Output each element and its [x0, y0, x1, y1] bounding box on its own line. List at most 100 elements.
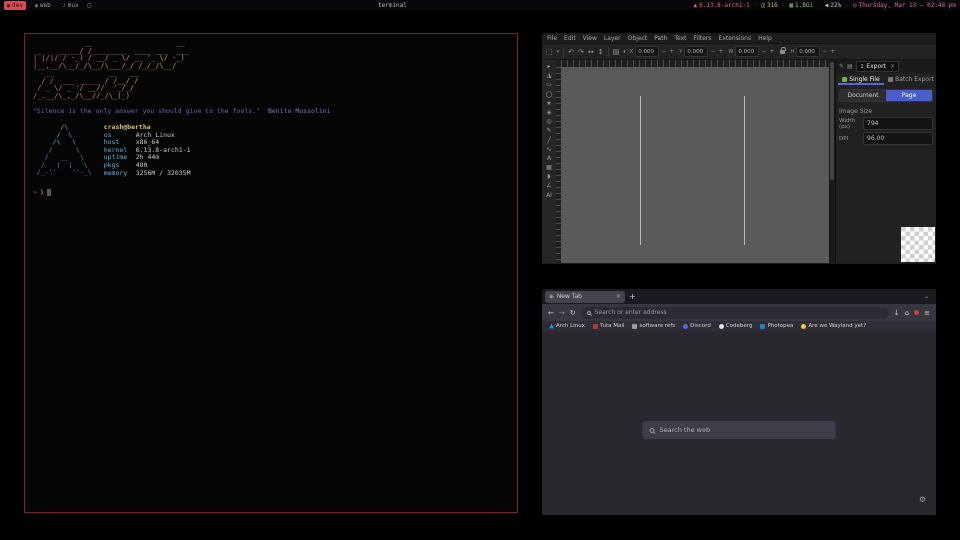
- menu-object[interactable]: Object: [628, 35, 648, 42]
- tab-overflow-chevron-icon[interactable]: ⌄: [924, 293, 933, 300]
- y-value[interactable]: 0.000: [684, 46, 708, 57]
- web-search-input[interactable]: Search the web: [643, 421, 836, 439]
- bookmarks-bar: Arch Linux Tuta Mail software refs Disco…: [542, 321, 936, 331]
- star-tool-icon[interactable]: ★: [546, 100, 551, 107]
- shell-prompt[interactable]: ~ ❯: [33, 188, 509, 196]
- dropper-tool-icon[interactable]: ◗: [547, 173, 550, 180]
- menu-file[interactable]: File: [547, 35, 557, 42]
- increment-button[interactable]: +: [717, 48, 724, 55]
- height-spinbox[interactable]: H 0.000 − +: [790, 46, 836, 57]
- menu-button[interactable]: ≡: [924, 309, 930, 317]
- bookmark-label: Are we Wayland yet?: [808, 323, 866, 329]
- batch-export-icon: [888, 77, 893, 82]
- text-tool-icon[interactable]: A: [547, 155, 551, 162]
- menu-path[interactable]: Path: [654, 35, 667, 42]
- document-button[interactable]: Document: [840, 90, 886, 101]
- terminal-window[interactable]: __ __ _ _____/ /________ ____ ___ ___ | …: [24, 33, 518, 513]
- bookmark-folder-software-refs[interactable]: software refs: [632, 323, 675, 329]
- menu-extensions[interactable]: Extensions: [719, 35, 752, 42]
- increment-button[interactable]: +: [768, 48, 775, 55]
- pen-tool-icon[interactable]: ╱: [547, 137, 551, 144]
- ellipse-tool-icon[interactable]: ◯: [546, 91, 553, 98]
- increment-button[interactable]: +: [668, 48, 675, 55]
- layout-symbol[interactable]: □: [88, 2, 92, 9]
- decrement-button[interactable]: −: [660, 48, 667, 55]
- browser-window[interactable]: ◉ New Tab × + ⌄ ← → ↻ Search or enter ad…: [542, 289, 936, 515]
- reload-button[interactable]: ↻: [570, 309, 576, 317]
- bookmark-discord[interactable]: Discord: [683, 323, 711, 329]
- selection-mode-icon[interactable]: ⬚: [546, 48, 553, 56]
- spiral-tool-icon[interactable]: ◎: [546, 118, 551, 125]
- downloads-button[interactable]: ↓: [894, 309, 900, 317]
- decrement-button[interactable]: −: [760, 48, 767, 55]
- close-icon[interactable]: ×: [616, 293, 621, 300]
- drawing-canvas[interactable]: [561, 67, 829, 263]
- bookmark-codeberg[interactable]: Codeberg: [719, 323, 753, 329]
- close-icon[interactable]: ×: [890, 63, 895, 70]
- flip-horizontal-icon[interactable]: ↔: [588, 48, 594, 56]
- rotate-ccw-icon[interactable]: ↶: [568, 48, 574, 56]
- back-button[interactable]: ←: [548, 309, 554, 317]
- bookmark-tuta-mail[interactable]: Tuta Mail: [593, 323, 624, 329]
- rectangle-tool-icon[interactable]: ▭: [546, 81, 552, 88]
- gradient-tool-icon[interactable]: ▦: [546, 164, 552, 171]
- export-dialog-tab[interactable]: ↥ Export ×: [856, 61, 899, 72]
- increment-button[interactable]: +: [829, 48, 836, 55]
- bookmark-photopea[interactable]: Photopea: [760, 323, 793, 329]
- measure-tool-icon[interactable]: ∠: [546, 182, 551, 189]
- w-value[interactable]: 0.000: [735, 46, 759, 57]
- rotate-cw-icon[interactable]: ↷: [578, 48, 584, 56]
- bookmark-label: Discord: [690, 323, 711, 329]
- menu-view[interactable]: View: [583, 35, 597, 42]
- workspace-tag-dev[interactable]: ▣ dev: [4, 1, 26, 10]
- decrement-button[interactable]: −: [709, 48, 716, 55]
- canvas-area[interactable]: [556, 60, 829, 263]
- inkscape-window[interactable]: File Edit View Layer Object Path Text Fi…: [542, 33, 936, 264]
- width-spinbox[interactable]: W 0.000 − +: [728, 46, 775, 57]
- menu-text[interactable]: Text: [674, 35, 686, 42]
- y-spinbox[interactable]: Y 0.000 − +: [679, 46, 724, 57]
- box3d-tool-icon[interactable]: ◈: [547, 109, 552, 116]
- new-tab-button[interactable]: +: [629, 292, 636, 301]
- menu-layer[interactable]: Layer: [604, 35, 621, 42]
- width-input[interactable]: 794: [863, 117, 933, 130]
- menu-help[interactable]: Help: [758, 35, 772, 42]
- bookmark-label: Arch Linux: [556, 323, 585, 329]
- home-button[interactable]: ⌂: [905, 309, 909, 317]
- bookmark-are-we-wayland-yet[interactable]: Are we Wayland yet?: [801, 323, 866, 329]
- dpi-input[interactable]: 96.00: [863, 132, 933, 145]
- chevron-down-icon[interactable]: ▾: [623, 49, 626, 55]
- width-row: Width (px) 794: [839, 117, 933, 130]
- gear-icon[interactable]: ⚙: [919, 495, 926, 504]
- tab-single-file[interactable]: Single File: [836, 73, 886, 85]
- workspace-tag-mux[interactable]: ♪ mux: [60, 1, 82, 10]
- swatches-icon[interactable]: ▤: [847, 63, 853, 70]
- calligraphy-tool-icon[interactable]: ∿: [546, 146, 551, 153]
- tab-new-tab[interactable]: ◉ New Tab ×: [545, 291, 625, 303]
- decrement-button[interactable]: −: [821, 48, 828, 55]
- forward-button[interactable]: →: [559, 309, 565, 317]
- workspace-tag-web[interactable]: ◉ web: [32, 1, 54, 10]
- x-value[interactable]: 0.000: [635, 46, 659, 57]
- url-bar[interactable]: Search or enter address: [581, 307, 889, 319]
- select-tool-icon[interactable]: ▸: [547, 63, 550, 70]
- pencil-icon[interactable]: ✎: [839, 63, 844, 70]
- h-value[interactable]: 0.000: [796, 46, 820, 57]
- menu-edit[interactable]: Edit: [564, 35, 576, 42]
- bookmark-arch-linux[interactable]: Arch Linux: [549, 323, 585, 329]
- node-tool-icon[interactable]: ◮: [547, 72, 552, 79]
- page-border-right: [744, 96, 745, 245]
- chevron-down-icon[interactable]: ▾: [557, 49, 560, 55]
- recording-indicator-icon[interactable]: [914, 310, 919, 315]
- menu-filters[interactable]: Filters: [694, 35, 712, 42]
- tab-batch-export[interactable]: Batch Export: [886, 73, 936, 85]
- flip-vertical-icon[interactable]: ↕: [598, 48, 604, 56]
- pencil-tool-icon[interactable]: ✎: [546, 127, 551, 134]
- ai-tool-icon[interactable]: AI: [546, 192, 552, 199]
- lock-ratio-icon[interactable]: [780, 50, 785, 54]
- page-button[interactable]: Page: [886, 90, 932, 101]
- separator: ·: [845, 2, 849, 9]
- x-spinbox[interactable]: X 0.000 − +: [630, 46, 676, 57]
- scrollbar-thumb[interactable]: [830, 62, 834, 180]
- snap-options-icon[interactable]: ▤: [613, 48, 620, 56]
